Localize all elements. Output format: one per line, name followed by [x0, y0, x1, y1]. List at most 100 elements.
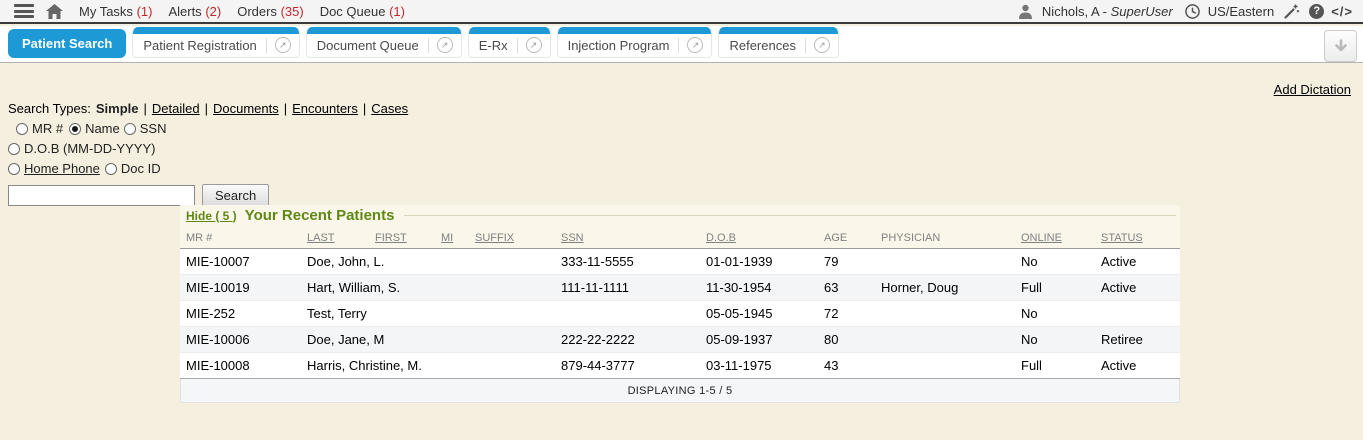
tab-strip: Patient Search Patient Registration↗ Doc…: [0, 26, 1363, 63]
tab-patient-registration[interactable]: Patient Registration↗: [132, 27, 299, 58]
cell-age: 43: [818, 353, 875, 379]
search-type-cases[interactable]: Cases: [371, 101, 408, 116]
radio-ssn[interactable]: [124, 123, 136, 135]
col-header-ssn[interactable]: SSN: [555, 227, 700, 249]
radio-mr[interactable]: [16, 123, 28, 135]
tab-document-queue[interactable]: Document Queue↗: [306, 27, 462, 58]
cell-physician: Horner, Doug: [875, 275, 1015, 301]
recent-patients-table: MR # LAST FIRST MI SUFFIX SSN D.O.B AGE …: [180, 227, 1180, 379]
user-icon: [1018, 4, 1033, 19]
hide-recent-link[interactable]: Hide ( 5 ): [186, 209, 237, 223]
wand-icon[interactable]: [1283, 3, 1300, 19]
top-bar: My Tasks (1) Alerts (2) Orders (35) Doc …: [0, 0, 1363, 24]
search-button[interactable]: Search: [202, 184, 269, 207]
collapse-panel-button[interactable]: [1324, 30, 1357, 62]
cell-status: Active: [1095, 275, 1180, 301]
tab-injection-program[interactable]: Injection Program↗: [557, 27, 713, 58]
user-menu[interactable]: Nichols, A - SuperUser: [1042, 4, 1173, 19]
popout-icon[interactable]: ↗: [275, 37, 291, 53]
nav-my-tasks[interactable]: My Tasks (1): [79, 4, 152, 19]
col-header-suffix[interactable]: SUFFIX: [469, 227, 555, 249]
search-types-label: Search Types:: [8, 101, 91, 116]
cell-name: Test, Terry: [301, 301, 369, 327]
patient-search-form: Search Types: Simple | Detailed | Docume…: [8, 101, 408, 207]
radio-name-label[interactable]: Name: [85, 121, 120, 136]
radio-doc-id[interactable]: [105, 163, 117, 175]
cell-online: No: [1015, 327, 1095, 353]
col-header-mr: MR #: [180, 227, 301, 249]
col-header-online[interactable]: ONLINE: [1015, 227, 1095, 249]
radio-ssn-label[interactable]: SSN: [140, 121, 167, 136]
col-header-status[interactable]: STATUS: [1095, 227, 1180, 249]
popout-icon[interactable]: ↗: [526, 37, 542, 53]
table-row[interactable]: MIE-10007 Doe, John, L. 333-11-5555 01-0…: [180, 249, 1180, 275]
search-type-detailed[interactable]: Detailed: [152, 101, 200, 116]
popout-icon[interactable]: ↗: [687, 37, 703, 53]
radio-dob[interactable]: [8, 143, 20, 155]
search-type-encounters[interactable]: Encounters: [292, 101, 358, 116]
cell-ssn: 111-11-1111: [555, 275, 700, 301]
radio-row-3: Home Phone Doc ID: [8, 161, 408, 176]
nav-doc-queue[interactable]: Doc Queue (1): [320, 4, 405, 19]
heading-divider: [404, 215, 1176, 216]
code-icon[interactable]: </>: [1331, 4, 1353, 19]
col-header-first[interactable]: FIRST: [369, 227, 435, 249]
search-input[interactable]: [8, 185, 195, 206]
table-row[interactable]: MIE-10008 Harris, Christine, M. 879-44-3…: [180, 353, 1180, 379]
cell-physician: [875, 327, 1015, 353]
tab-patient-search[interactable]: Patient Search: [8, 29, 126, 58]
radio-row-1: MR # Name SSN: [8, 121, 408, 136]
cell-online: No: [1015, 301, 1095, 327]
home-icon[interactable]: [46, 4, 63, 19]
col-header-mi[interactable]: MI: [435, 227, 469, 249]
cell-status: Retiree: [1095, 327, 1180, 353]
radio-name[interactable]: [69, 123, 81, 135]
add-dictation-link[interactable]: Add Dictation: [1274, 82, 1351, 97]
recent-patients-heading: Hide ( 5 ) Your Recent Patients: [180, 205, 1180, 227]
cell-dob: 11-30-1954: [700, 275, 818, 301]
cell-age: 63: [818, 275, 875, 301]
cell-dob: 03-11-1975: [700, 353, 818, 379]
table-header-row: MR # LAST FIRST MI SUFFIX SSN D.O.B AGE …: [180, 227, 1180, 249]
cell-status: Active: [1095, 353, 1180, 379]
tab-e-rx[interactable]: E-Rx↗: [468, 27, 551, 58]
cell-dob: 05-09-1937: [700, 327, 818, 353]
cell-ssn: 333-11-5555: [555, 249, 700, 275]
cell-dob: 05-05-1945: [700, 301, 818, 327]
hamburger-menu-icon[interactable]: [14, 4, 34, 18]
cell-mr: MIE-10008: [180, 353, 301, 379]
cell-physician: [875, 301, 1015, 327]
clock-icon: [1185, 4, 1200, 19]
cell-mr: MIE-252: [180, 301, 301, 327]
table-row[interactable]: MIE-10019 Hart, William, S. 111-11-1111 …: [180, 275, 1180, 301]
cell-mr: MIE-10006: [180, 327, 301, 353]
cell-dob: 01-01-1939: [700, 249, 818, 275]
paging-status: DISPLAYING 1-5 / 5: [180, 379, 1180, 403]
search-types-row: Search Types: Simple | Detailed | Docume…: [8, 101, 408, 116]
radio-row-2: D.O.B (MM-DD-YYYY): [8, 141, 408, 156]
cell-mr: MIE-10007: [180, 249, 301, 275]
col-header-dob[interactable]: D.O.B: [700, 227, 818, 249]
popout-icon[interactable]: ↗: [814, 37, 830, 53]
cell-age: 79: [818, 249, 875, 275]
timezone-selector[interactable]: US/Eastern: [1208, 4, 1274, 19]
search-type-documents[interactable]: Documents: [213, 101, 279, 116]
nav-alerts[interactable]: Alerts (2): [168, 4, 221, 19]
radio-home-phone-label[interactable]: Home Phone: [24, 161, 100, 176]
radio-mr-label[interactable]: MR #: [32, 121, 63, 136]
nav-orders[interactable]: Orders (35): [237, 4, 303, 19]
radio-doc-id-label[interactable]: Doc ID: [121, 161, 161, 176]
tab-references[interactable]: References↗: [718, 27, 838, 58]
radio-home-phone[interactable]: [8, 163, 20, 175]
orders-count: (35): [281, 4, 304, 19]
cell-name: Hart, William, S.: [301, 275, 369, 301]
table-row[interactable]: MIE-10006 Doe, Jane, M 222-22-2222 05-09…: [180, 327, 1180, 353]
table-row[interactable]: MIE-252 Test, Terry 05-05-1945 72 No: [180, 301, 1180, 327]
popout-icon[interactable]: ↗: [437, 37, 453, 53]
cell-status: [1095, 301, 1180, 327]
radio-dob-label[interactable]: D.O.B (MM-DD-YYYY): [24, 141, 155, 156]
recent-patients-title: Your Recent Patients: [245, 207, 395, 224]
doc-queue-count: (1): [389, 4, 405, 19]
help-icon[interactable]: ?: [1309, 4, 1324, 19]
col-header-last[interactable]: LAST: [301, 227, 369, 249]
